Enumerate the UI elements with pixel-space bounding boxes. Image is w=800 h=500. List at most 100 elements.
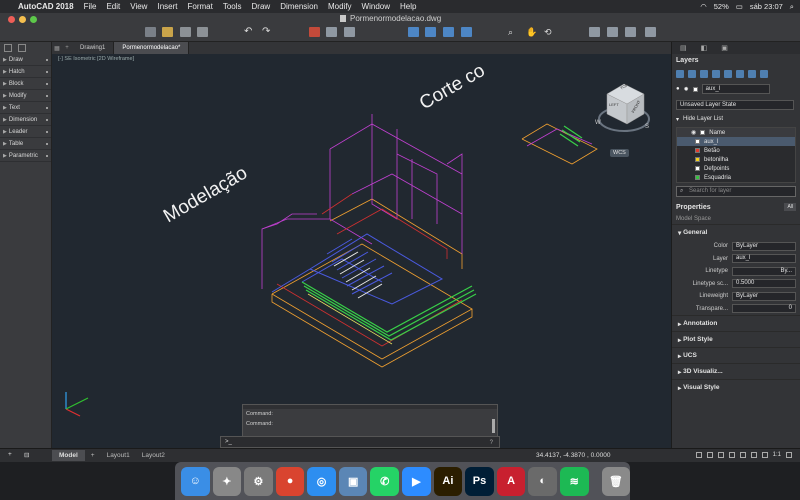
close-icon[interactable] xyxy=(8,16,15,23)
palette-hatch[interactable]: ▶ Hatch xyxy=(0,66,51,78)
menu-insert[interactable]: Insert xyxy=(157,2,177,11)
palette-tab-icon[interactable] xyxy=(18,44,26,52)
quick-calc-icon[interactable] xyxy=(607,27,618,37)
linetype-scale-input[interactable]: 0.5000 xyxy=(732,279,796,289)
chrome-icon[interactable]: ● xyxy=(275,466,305,496)
current-layer-select[interactable]: aux_l xyxy=(701,84,770,94)
redo-icon[interactable]: ↷ xyxy=(262,27,273,37)
new-tab-icon[interactable]: + xyxy=(62,45,72,51)
lineweight-select[interactable]: ByLayer xyxy=(732,291,796,301)
layers-tab-icon[interactable]: ▤ xyxy=(680,44,687,52)
preview-icon[interactable]: ▣ xyxy=(338,466,368,496)
layer-row[interactable]: aux_l xyxy=(677,137,795,146)
menu-dimension[interactable]: Dimension xyxy=(280,2,318,11)
section-ucs[interactable]: ▸ UCS xyxy=(672,347,800,363)
battery-percent[interactable]: 52% xyxy=(714,2,729,11)
new-layer-vp-icon[interactable] xyxy=(688,70,696,78)
drawing-canvas[interactable]: [-] SE Isometric [2D Wireframe] Modelaçã… xyxy=(52,54,671,448)
match-prop-icon[interactable] xyxy=(425,27,436,37)
launchpad-icon[interactable]: ✦ xyxy=(212,466,242,496)
polar-toggle-icon[interactable] xyxy=(728,452,735,458)
annotation-icon[interactable] xyxy=(761,452,768,458)
ortho-toggle-icon[interactable] xyxy=(717,452,724,458)
menu-window[interactable]: Window xyxy=(362,2,390,11)
section-general[interactable]: ▾ General xyxy=(672,224,800,240)
layer-state-select[interactable]: Unsaved Layer State xyxy=(676,100,794,110)
system-preferences-icon[interactable]: ⚙ xyxy=(244,466,273,496)
layer-select[interactable]: aux_l xyxy=(732,254,796,264)
layer-row[interactable]: Betão xyxy=(677,146,795,155)
all-button[interactable]: All xyxy=(784,203,796,211)
customize-icon[interactable] xyxy=(786,452,792,458)
layer-row[interactable]: betonilha xyxy=(677,155,795,164)
palette-text[interactable]: ▶ Text xyxy=(0,102,51,114)
layer-color-swatch[interactable] xyxy=(695,166,700,171)
color-swatch[interactable] xyxy=(692,86,698,92)
lightbulb-icon[interactable]: ● xyxy=(676,86,680,92)
add-icon[interactable]: + xyxy=(8,451,12,458)
orbit-icon[interactable]: ⟲ xyxy=(544,27,555,37)
finder-icon[interactable]: ☺ xyxy=(181,466,210,496)
zoom-search-icon[interactable]: ⌕ xyxy=(508,27,519,37)
battery-icon[interactable]: ▭ xyxy=(736,2,743,11)
layer-previous-icon[interactable] xyxy=(736,70,744,78)
menu-help[interactable]: Help xyxy=(400,2,416,11)
search-icon[interactable]: ⌕ xyxy=(790,2,794,12)
hide-layer-list-toggle[interactable]: ▾ Hide Layer List xyxy=(672,113,800,125)
zoom-icon[interactable] xyxy=(30,16,37,23)
whatsapp-icon[interactable]: ✆ xyxy=(370,466,400,496)
palette-table[interactable]: ▶ Table xyxy=(0,138,51,150)
new-layer-icon[interactable] xyxy=(676,70,684,78)
layer-color-swatch[interactable] xyxy=(695,139,700,144)
open-icon[interactable] xyxy=(162,27,173,37)
transparency-input[interactable]: 0 xyxy=(732,304,796,314)
grid-icon[interactable]: ▦ xyxy=(52,45,62,52)
palette-modify[interactable]: ▶ Modify xyxy=(0,90,51,102)
layer-match-icon[interactable] xyxy=(724,70,732,78)
section-plot-style[interactable]: ▸ Plot Style xyxy=(672,331,800,347)
color-select[interactable]: ByLayer xyxy=(732,241,796,251)
insert-icon[interactable] xyxy=(461,27,472,37)
new-layout-icon[interactable]: + xyxy=(85,450,101,461)
block-icon[interactable] xyxy=(443,27,454,37)
command-input[interactable]: >_ ? xyxy=(220,436,500,448)
properties-icon[interactable] xyxy=(625,27,636,37)
measure-icon[interactable] xyxy=(589,27,600,37)
wcs-menu[interactable]: WCS xyxy=(610,149,629,157)
section-3d-visualization[interactable]: ▸ 3D Visualiz... xyxy=(672,363,800,379)
layer-search-input[interactable]: ⌕ Search for layer xyxy=(676,186,796,197)
selection-type[interactable]: Model Space xyxy=(676,214,796,224)
save-icon[interactable] xyxy=(180,27,191,37)
section-annotation[interactable]: ▸ Annotation xyxy=(672,315,800,331)
minimize-icon[interactable] xyxy=(19,16,26,23)
menu-view[interactable]: View xyxy=(130,2,147,11)
layer-row[interactable]: Esquadria xyxy=(677,173,795,182)
osnap-toggle-icon[interactable] xyxy=(739,452,746,458)
layer-tool-icon[interactable] xyxy=(408,27,419,37)
column-name[interactable]: Name xyxy=(709,130,725,136)
layer-unisolate-icon[interactable] xyxy=(760,70,768,78)
new-icon[interactable] xyxy=(145,27,156,37)
tab-drawing1[interactable]: Drawing1 xyxy=(72,42,115,54)
menu-edit[interactable]: Edit xyxy=(106,2,120,11)
layer-row[interactable]: Defpoints xyxy=(677,164,795,173)
illustrator-icon[interactable]: Ai xyxy=(433,466,463,496)
tab-layout2[interactable]: Layout2 xyxy=(136,450,171,461)
wifi-icon[interactable]: ◠ xyxy=(700,2,707,11)
blocks-tab-icon[interactable]: ◧ xyxy=(701,44,708,52)
palette-draw[interactable]: ▶ Draw xyxy=(0,54,51,66)
viewcube-left-label[interactable]: LEFT xyxy=(609,102,619,107)
plot-icon[interactable] xyxy=(309,27,320,37)
layer-color-swatch[interactable] xyxy=(695,148,700,153)
palette-dimension[interactable]: ▶ Dimension xyxy=(0,114,51,126)
pan-icon[interactable]: ✋ xyxy=(526,27,537,37)
tab-pormenormodelacao[interactable]: Pormenormodelacao* xyxy=(114,42,190,54)
sun-icon[interactable]: ✹ xyxy=(684,86,689,93)
layout-icon[interactable]: ⊟ xyxy=(24,451,29,459)
menu-modify[interactable]: Modify xyxy=(328,2,352,11)
photoshop-icon[interactable]: Ps xyxy=(465,466,494,496)
delete-layer-icon[interactable] xyxy=(700,70,708,78)
properties-tab-icon[interactable]: ▣ xyxy=(721,44,728,52)
menu-format[interactable]: Format xyxy=(187,2,212,11)
autocad-icon[interactable]: A xyxy=(496,466,526,496)
